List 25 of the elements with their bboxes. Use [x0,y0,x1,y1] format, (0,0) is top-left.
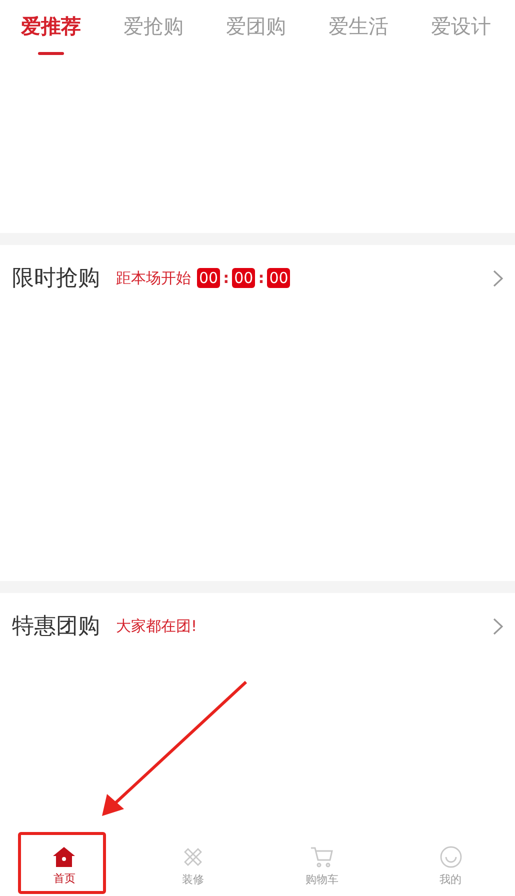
section-title: 限时抢购 [12,265,100,293]
section-title: 特惠团购 [12,613,100,641]
nav-item[interactable]: 装修 [182,872,204,886]
chevron-right-icon[interactable] [493,618,503,634]
chevron-right-icon[interactable] [493,270,503,286]
tools-icon[interactable] [182,846,204,868]
tab[interactable]: 爱推荐 [21,13,82,40]
cart-icon[interactable] [310,846,334,868]
countdown-digits: 00 [267,268,290,288]
countdown-separator: : [222,269,230,287]
home-icon[interactable] [53,846,76,866]
tab[interactable]: 爱抢购 [124,13,184,40]
nav-item[interactable]: 购物车 [305,872,338,886]
countdown-digits: 00 [197,268,220,288]
countdown-separator: : [257,269,266,287]
tab[interactable]: 爱生活 [328,13,388,40]
tab[interactable]: 爱团购 [226,13,286,40]
tab[interactable]: 爱设计 [430,13,491,40]
section-subtitle: 大家都在团! [116,616,198,636]
nav-item[interactable]: 首页 [53,870,76,886]
nav-item[interactable]: 我的 [440,872,462,886]
active-tab-indicator [38,52,64,55]
countdown-digits: 00 [232,268,256,288]
smiley-icon[interactable] [440,846,462,868]
section-subtitle: 距本场开始 [116,268,191,288]
